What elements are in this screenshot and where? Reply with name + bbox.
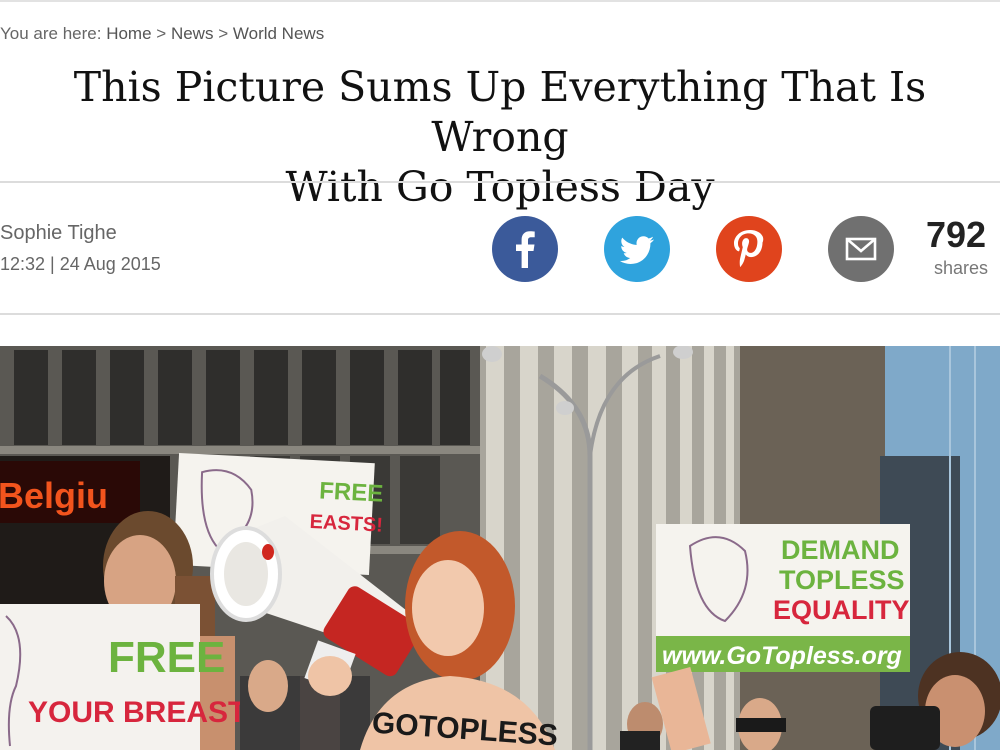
right-sign-line-2: TOPLESS bbox=[779, 565, 905, 595]
facebook-share-button[interactable] bbox=[492, 216, 558, 282]
page-title: This Picture Sums Up Everything That Is … bbox=[0, 62, 1000, 212]
right-sign-line-3: EQUALITY bbox=[773, 595, 910, 625]
right-sign-line-1: DEMAND bbox=[781, 535, 900, 565]
center-sign-line-2: EASTS! bbox=[309, 511, 383, 537]
publish-datetime: 12:32 | 24 Aug 2015 bbox=[0, 254, 161, 274]
left-sign-line-1: FREE bbox=[108, 633, 225, 682]
email-icon bbox=[845, 237, 877, 261]
email-share-button[interactable] bbox=[828, 216, 894, 282]
share-count-label: shares bbox=[934, 258, 989, 278]
twitter-icon bbox=[619, 236, 654, 264]
facebook-icon bbox=[516, 231, 535, 268]
divider bbox=[0, 181, 1000, 183]
article-photo: Belgiu FREE EASTS! FREE YOUR BREASTS! GO… bbox=[0, 346, 1000, 750]
left-sign-line-2: YOUR BREASTS! bbox=[28, 696, 276, 729]
pinterest-icon bbox=[734, 230, 764, 267]
top-rule bbox=[0, 0, 1000, 2]
breadcrumb-prefix: You are here: bbox=[0, 24, 102, 43]
store-sign: Belgiu bbox=[0, 475, 108, 516]
share-count: 792 bbox=[926, 214, 987, 255]
protest-photo: Belgiu FREE EASTS! FREE YOUR BREASTS! GO… bbox=[0, 346, 1000, 750]
author-name[interactable]: Sophie Tighe bbox=[0, 222, 117, 245]
breadcrumb-world-news[interactable]: World News bbox=[233, 24, 324, 43]
title-line-2: With Go Topless Day bbox=[285, 163, 715, 211]
divider bbox=[0, 313, 1000, 315]
pinterest-share-button[interactable] bbox=[716, 216, 782, 282]
breadcrumb-separator: > bbox=[218, 24, 229, 43]
breadcrumb-news[interactable]: News bbox=[171, 24, 214, 43]
breadcrumb-home[interactable]: Home bbox=[106, 24, 151, 43]
right-sign-url: www.GoTopless.org bbox=[662, 642, 902, 670]
breadcrumb-separator: > bbox=[156, 24, 167, 43]
center-sign-line-1: FREE bbox=[319, 477, 384, 507]
breadcrumb: You are here: Home > News > World News bbox=[0, 24, 324, 44]
title-line-1: This Picture Sums Up Everything That Is … bbox=[73, 63, 927, 161]
twitter-share-button[interactable] bbox=[604, 216, 670, 282]
